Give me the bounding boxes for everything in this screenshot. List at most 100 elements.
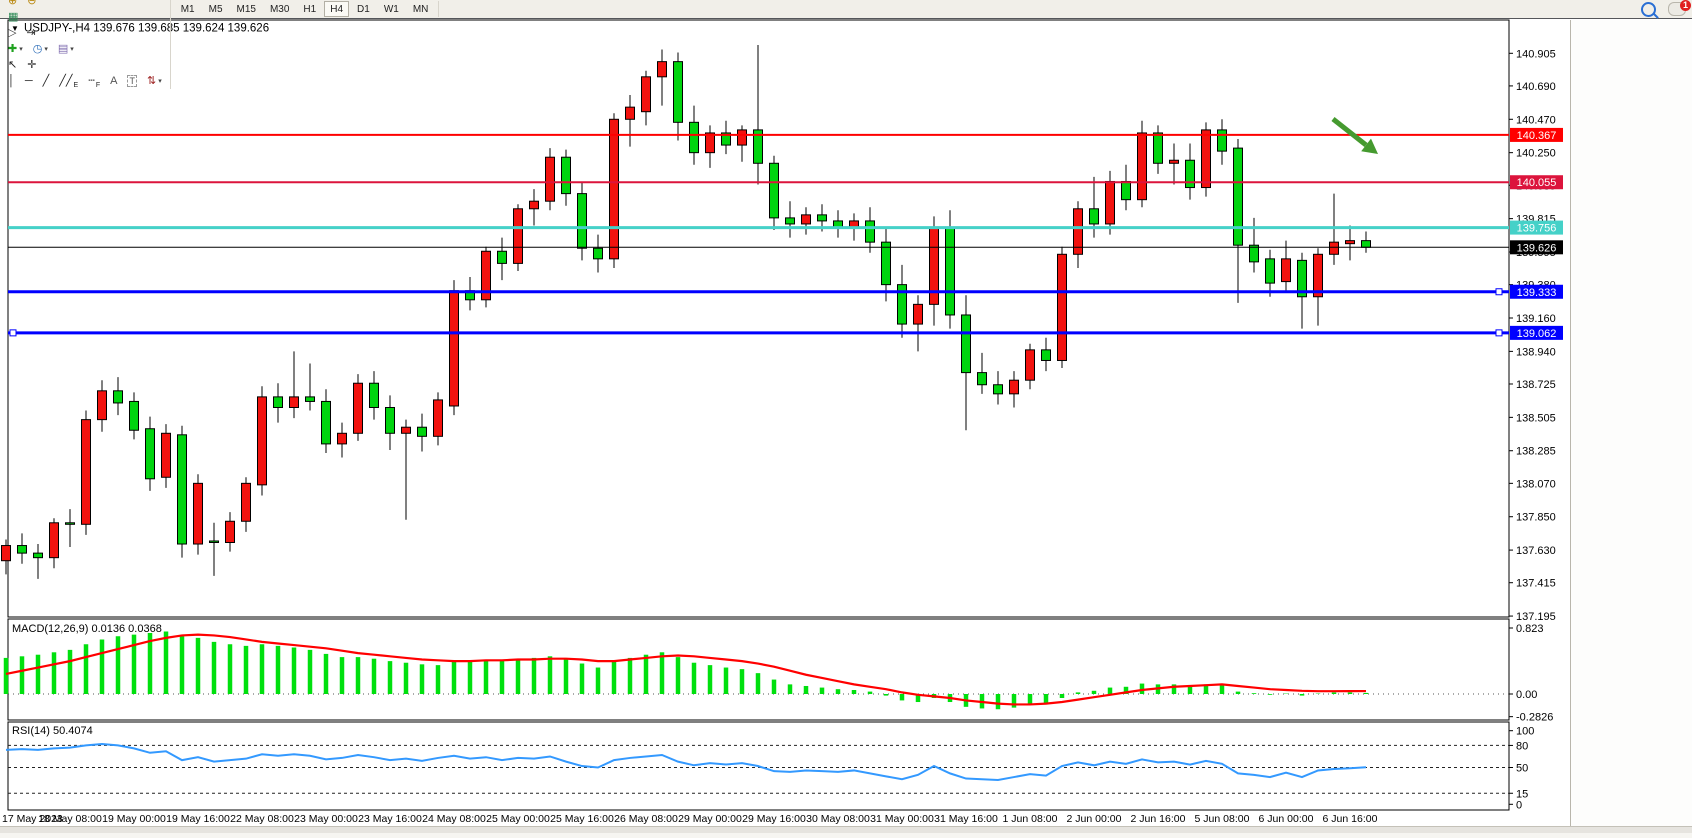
rsi-axis-label: 100 [1516,726,1534,738]
candle-body [1106,181,1115,223]
macd-axis-label: -0.2826 [1516,712,1553,724]
hline-handle[interactable] [10,330,16,336]
fibonacci-icon-letter: F [96,82,100,89]
periods-button-dropdown[interactable]: ▾ [44,45,48,53]
hline-handle[interactable] [1496,330,1502,336]
candle-body [530,201,539,209]
channel-button[interactable]: ╱╱E [55,73,82,90]
indicators-button[interactable]: ✚▾ [4,41,27,58]
trendline-icon: ╱ [43,74,50,88]
vertical-line-button[interactable]: │ [4,73,19,90]
rsi-axis-label: 80 [1516,740,1528,752]
time-tick-label: 6 Jun 00:00 [1259,813,1314,825]
candle-body [1362,241,1371,248]
text-label-button[interactable]: T [123,73,141,90]
candle-body [786,218,795,224]
price-tick-label: 139.160 [1516,313,1556,325]
timeframe-h1[interactable]: H1 [297,1,322,17]
candle-body [866,221,875,242]
candle-body [322,401,331,443]
timeframe-m30[interactable]: M30 [264,1,295,17]
indicators-plus-icon: ✚ [8,42,17,56]
zoom-out-button[interactable]: ⊖ [23,0,40,10]
tile-windows-button[interactable]: ▦ [4,9,22,26]
timeframe-d1[interactable]: D1 [351,1,376,17]
candle-body [1090,209,1099,224]
time-tick-label: 2 Jun 00:00 [1067,813,1122,825]
notifications-icon[interactable]: 1 [1668,2,1686,16]
panel-border [8,619,1509,720]
main-toolbar: ⊞新订单✎☁◉▣自动交易∥◫∿⊕⊖▦▷⇥✚▾◷▾▤▾↖✛│─╱╱╱E┄FAT⇅▾… [0,0,1692,19]
trendline-button[interactable]: ╱ [39,73,54,90]
candle-body [1234,148,1243,245]
candle-body [770,163,779,218]
toolbar-right: 1 [1638,1,1692,17]
timeframe-m1[interactable]: M1 [175,1,201,17]
price-badge-label: 139.756 [1517,223,1557,235]
time-tick-label: 30 May 08:00 [806,813,870,825]
templates-button[interactable]: ▤▾ [54,41,78,58]
time-tick-label: 29 May 00:00 [678,813,742,825]
toolbar-group: ▦ [0,9,171,25]
time-tick-label: 1 Jun 08:00 [1003,813,1058,825]
text-button[interactable]: A [106,73,121,90]
price-badge-label: 140.367 [1517,130,1557,142]
timeframe-toolbar: M1M5M15M30H1H4D1W1MN [171,1,440,17]
horizontal-line-button[interactable]: ─ [21,73,37,90]
candle-body [514,209,523,264]
timeframe-w1[interactable]: W1 [378,1,405,17]
chart-shift-button[interactable]: ⇥ [22,25,39,42]
arrow-objects-icon: ⇅ [147,74,156,88]
price-tick-label: 138.725 [1516,379,1556,391]
price-badge-label: 139.626 [1517,242,1557,254]
candle-body [1058,254,1067,360]
candle-body [1154,133,1163,163]
fibonacci-button[interactable]: ┄F [84,73,104,90]
candle-body [178,435,187,544]
time-tick-label: 2 Jun 16:00 [1131,813,1186,825]
candle-body [130,401,139,430]
time-tick-label: 19 May 16:00 [166,813,230,825]
candle-body [82,420,91,525]
timeframe-h4[interactable]: H4 [324,1,349,17]
time-axis[interactable]: 17 May 202318 May 08:0019 May 00:0019 Ma… [2,813,1378,825]
auto-scroll-button[interactable]: ▷ [4,25,20,42]
candle-body [1042,350,1051,361]
chart-shift-icon: ⇥ [26,26,35,40]
periods-button[interactable]: ◷▾ [29,41,52,58]
cursor-button[interactable]: ↖ [4,57,21,74]
timeframe-mn[interactable]: MN [407,1,435,17]
time-tick-label: 25 May 16:00 [550,813,614,825]
rsi-label: RSI(14) 50.4074 [12,725,93,737]
candle-body [914,304,923,324]
search-icon[interactable] [1641,2,1656,17]
macd-label: MACD(12,26,9) 0.0136 0.0368 [12,623,162,635]
price-chart-canvas[interactable]: 140.905140.690140.470140.250140.035139.8… [0,0,1692,833]
arrows-button-dropdown[interactable]: ▾ [158,77,162,85]
candle-body [1010,380,1019,394]
candle-body [578,194,587,249]
candle-body [610,119,619,259]
candle-body [994,385,1003,394]
hline-handle[interactable] [1496,289,1502,295]
candle-body [114,391,123,403]
candle-body [386,407,395,433]
time-tick-label: 25 May 00:00 [486,813,550,825]
timeframe-m15[interactable]: M15 [231,1,262,17]
auto-scroll-icon: ▷ [8,26,16,40]
candle-body [242,483,251,521]
indicators-button-dropdown[interactable]: ▾ [19,45,23,53]
price-tick-label: 137.630 [1516,545,1556,557]
arrows-button[interactable]: ⇅▾ [143,73,166,90]
crosshair-button[interactable]: ✛ [23,57,40,74]
time-tick-label: 23 May 16:00 [358,813,422,825]
candle-body [434,400,443,436]
candle-body [626,107,635,119]
timeframe-m5[interactable]: M5 [203,1,229,17]
candle-body [18,546,27,554]
toolbar-groups: ⊞新订单✎☁◉▣自动交易∥◫∿⊕⊖▦▷⇥✚▾◷▾▤▾↖✛│─╱╱╱E┄FAT⇅▾ [0,0,171,89]
candle-body [850,221,859,227]
templates-button-dropdown[interactable]: ▾ [70,45,74,53]
text-label-icon: T [127,75,137,87]
candle-body [1026,350,1035,380]
